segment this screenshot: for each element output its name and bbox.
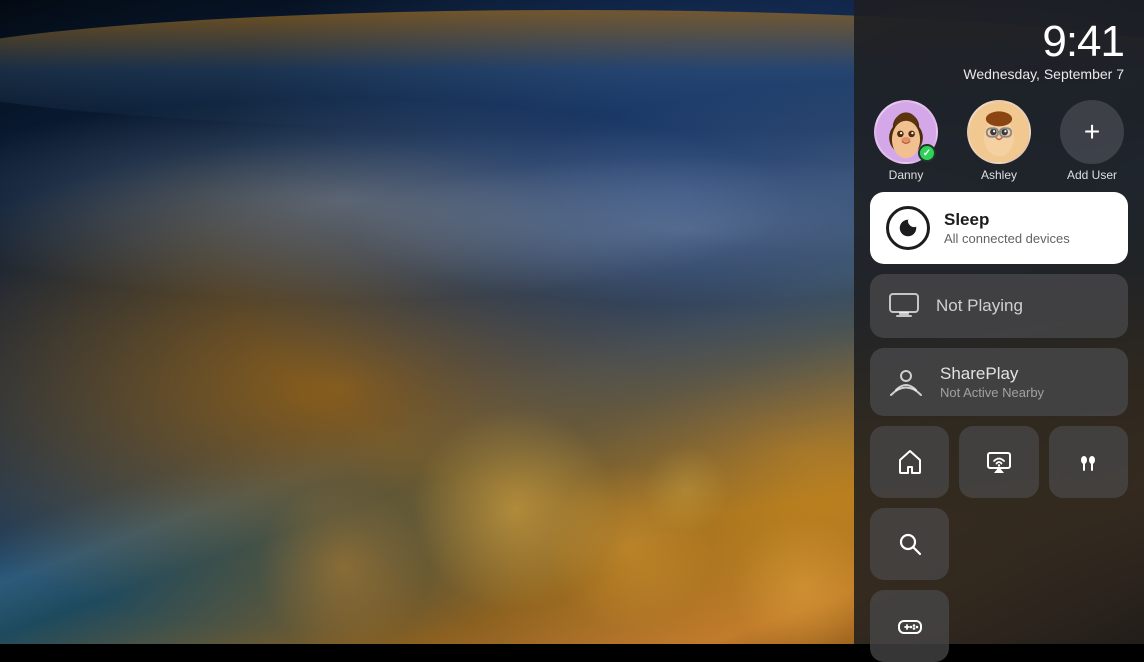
plus-icon: +	[1084, 116, 1100, 148]
clock-date: Wednesday, September 7	[870, 66, 1124, 82]
add-user-label: Add User	[1067, 168, 1117, 182]
airpods-button[interactable]	[1049, 426, 1128, 498]
user-ashley-label: Ashley	[981, 168, 1017, 182]
user-danny[interactable]: ✓ Danny	[874, 100, 938, 182]
home-button[interactable]	[870, 426, 949, 498]
airpods-icon	[1074, 448, 1102, 476]
user-danny-label: Danny	[889, 168, 924, 182]
game-controller-button[interactable]	[870, 590, 949, 662]
sleep-subtitle: All connected devices	[944, 231, 1070, 246]
search-icon	[896, 530, 924, 558]
airplay-icon	[985, 448, 1013, 476]
bottom-grid	[870, 426, 1128, 662]
users-row: ✓ Danny	[870, 100, 1128, 182]
shareplay-card[interactable]: SharePlay Not Active Nearby	[870, 348, 1128, 416]
time-section: 9:41 Wednesday, September 7	[870, 20, 1128, 82]
avatar-ashley	[967, 100, 1031, 164]
sleep-card[interactable]: Sleep All connected devices	[870, 192, 1128, 264]
add-user-button[interactable]: +	[1060, 100, 1124, 164]
sleep-title: Sleep	[944, 210, 1070, 230]
sleep-icon	[886, 206, 930, 250]
now-playing-card[interactable]: Not Playing	[870, 274, 1128, 338]
sleep-text: Sleep All connected devices	[944, 210, 1070, 246]
shareplay-icon	[886, 362, 926, 402]
add-user-item[interactable]: + Add User	[1060, 100, 1124, 182]
shareplay-text: SharePlay Not Active Nearby	[940, 364, 1044, 400]
crescent-moon-icon	[897, 217, 919, 239]
monitor-icon	[888, 290, 920, 322]
shareplay-subtitle: Not Active Nearby	[940, 385, 1044, 400]
clock-time: 9:41	[870, 20, 1124, 64]
avatar-ashley-wrapper	[967, 100, 1031, 164]
avatar-danny-wrapper: ✓	[874, 100, 938, 164]
ashley-memoji-icon	[969, 100, 1029, 164]
airplay-button[interactable]	[959, 426, 1038, 498]
active-badge-danny: ✓	[918, 144, 936, 162]
shareplay-wifi-person-icon	[886, 362, 926, 402]
game-controller-icon	[896, 612, 924, 640]
tv-icon	[886, 288, 922, 324]
control-center: 9:41 Wednesday, September 7	[854, 0, 1144, 644]
home-icon	[896, 448, 924, 476]
shareplay-title: SharePlay	[940, 364, 1044, 384]
not-playing-label: Not Playing	[936, 296, 1023, 316]
user-ashley[interactable]: Ashley	[967, 100, 1031, 182]
search-button[interactable]	[870, 508, 949, 580]
